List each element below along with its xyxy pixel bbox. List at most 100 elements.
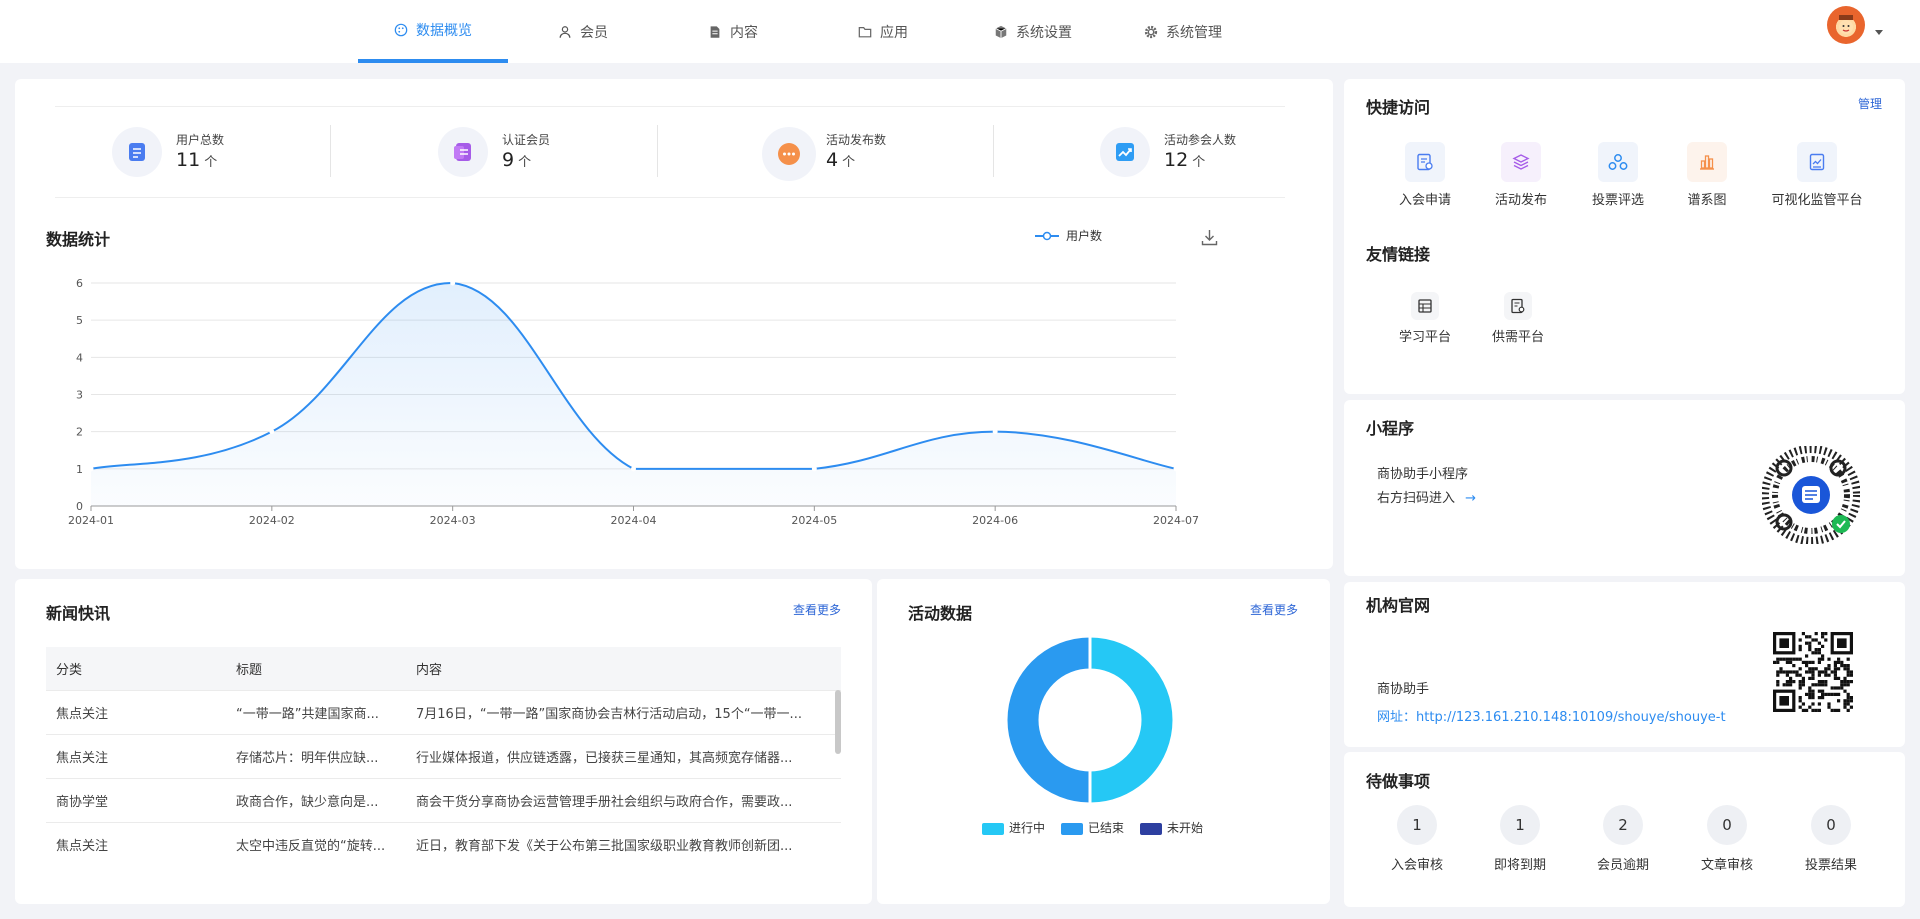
website-name: 商协助手 <box>1377 682 1430 697</box>
qr-module <box>1801 676 1805 680</box>
qr-module <box>1811 670 1815 674</box>
table-row[interactable]: 焦点关注 存储芯片：明年供应缺... 行业媒体报道，供应链透露，已接获三星通知，… <box>46 733 841 778</box>
qr-module <box>1821 670 1825 674</box>
todo-expiring-soon[interactable]: 1 即将到期 <box>1465 805 1575 873</box>
qr-module <box>1843 699 1847 703</box>
qr-module <box>1827 664 1831 668</box>
stat-value: 9个 <box>502 149 532 171</box>
qr-module <box>1821 680 1825 684</box>
legend-item-ended[interactable]: 已结束 <box>1061 819 1124 836</box>
website-url[interactable]: 网址：http://123.161.210.148:10109/shouye/s… <box>1377 706 1726 725</box>
qr-module <box>1789 676 1793 680</box>
quick-access-manage-link[interactable]: 管理 <box>1858 95 1882 112</box>
chevron-down-icon[interactable] <box>1875 30 1883 35</box>
todo-member-overdue[interactable]: 2 会员逾期 <box>1568 805 1678 873</box>
qr-module <box>1811 667 1815 671</box>
table-row[interactable]: 焦点关注 “一带一路”共建国家商... 7月16日，“一带一路”国家商协会吉林行… <box>46 689 841 734</box>
qr-module <box>1824 673 1828 677</box>
legend-line-icon <box>1035 231 1059 240</box>
quick-access-visual-supervision[interactable]: 可视化监管平台 <box>1757 142 1877 208</box>
qr-module <box>1798 667 1802 671</box>
qr-module <box>1843 689 1847 693</box>
qr-module <box>1833 660 1837 664</box>
qr-module <box>1846 692 1850 696</box>
qr-module <box>1808 641 1812 645</box>
qr-module <box>1833 667 1837 671</box>
table-row[interactable]: 商协学堂 政商合作，缺少意向是... 商会干货分享商协会运营管理手册社会组织与政… <box>46 777 841 822</box>
qr-module <box>1827 702 1831 706</box>
vote-icon <box>1598 142 1638 182</box>
qr-module <box>1808 644 1812 648</box>
qr-module <box>1785 657 1789 661</box>
qr-module <box>1801 680 1805 684</box>
todo-count: 0 <box>1811 805 1851 845</box>
tab-system-settings[interactable]: 系统设置 <box>958 0 1108 63</box>
y-tick-label: 0 <box>76 500 83 513</box>
qr-module <box>1840 683 1844 687</box>
tab-application[interactable]: 应用 <box>808 0 958 63</box>
data-point <box>1173 466 1179 472</box>
table-row[interactable]: 焦点关注 太空中违反直觉的“旋转... 近日，教育部下发《关于公布第三批国家级职… <box>46 821 841 866</box>
trend-chart-icon <box>1100 127 1150 177</box>
qr-module <box>1785 683 1789 687</box>
todo-article-review[interactable]: 0 文章审核 <box>1672 805 1782 873</box>
qr-module <box>1811 660 1815 664</box>
tab-system-management[interactable]: 系统管理 <box>1108 0 1258 63</box>
mini-program-hint-text: 右方扫码进入 <box>1377 491 1456 506</box>
qr-module <box>1821 689 1825 693</box>
cell-content: 商会干货分享商协会运营管理手册社会组织与政府合作，需要政... <box>406 777 841 822</box>
document-search-icon <box>1504 292 1532 320</box>
stat-label: 活动参会人数 <box>1164 133 1237 147</box>
tab-content[interactable]: 内容 <box>658 0 808 63</box>
activity-legend: 进行中 已结束 未开始 <box>982 819 1203 836</box>
qr-module <box>1805 641 1809 645</box>
legend-item-not-started[interactable]: 未开始 <box>1140 819 1203 836</box>
qr-module <box>1792 657 1796 661</box>
qr-module <box>1776 680 1780 684</box>
cell-category: 商协学堂 <box>46 777 226 822</box>
avatar[interactable] <box>1827 6 1865 44</box>
qr-module <box>1846 699 1850 703</box>
tab-member[interactable]: 会员 <box>508 0 658 63</box>
news-more-link[interactable]: 查看更多 <box>793 601 841 618</box>
qr-module <box>1843 702 1847 706</box>
user-list-icon <box>112 127 162 177</box>
todo-label: 文章审核 <box>1700 858 1753 873</box>
qr-module <box>1808 686 1812 690</box>
quick-access-genealogy[interactable]: 谱系图 <box>1647 142 1767 208</box>
qr-module <box>1808 696 1812 700</box>
donut-slice-0[interactable] <box>1088 634 1176 806</box>
activity-more-link[interactable]: 查看更多 <box>1250 601 1298 618</box>
donut-slice-1[interactable] <box>1004 634 1092 806</box>
legend-item-in-progress[interactable]: 进行中 <box>982 819 1045 836</box>
qr-module <box>1805 708 1809 712</box>
qr-module <box>1792 670 1796 674</box>
qr-module <box>1846 702 1850 706</box>
todo-membership-review[interactable]: 1 入会审核 <box>1362 805 1472 873</box>
news-table: 分类 标题 内容 焦点关注 “一带一路”共建国家商... 7月16日，“一带一路… <box>46 647 841 866</box>
tab-data-overview[interactable]: 数据概览 <box>358 0 508 63</box>
link-supply-demand-platform[interactable]: 供需平台 <box>1458 292 1578 345</box>
qr-module <box>1801 683 1805 687</box>
qr-module <box>1833 692 1837 696</box>
qr-module <box>1808 705 1812 709</box>
qr-module <box>1837 692 1841 696</box>
qr-module <box>1817 689 1821 693</box>
qr-module <box>1779 657 1783 661</box>
qr-module <box>1792 664 1796 668</box>
download-icon[interactable] <box>1201 229 1218 250</box>
qr-module <box>1849 673 1853 677</box>
qr-module <box>1808 635 1812 639</box>
stat-label: 认证会员 <box>502 133 551 147</box>
table-scrollbar[interactable] <box>835 690 841 754</box>
certificate-icon <box>438 127 488 177</box>
qr-module <box>1811 692 1815 696</box>
cell-title: 太空中违反直觉的“旋转... <box>226 821 406 866</box>
chart-legend[interactable]: 用户数 <box>1034 227 1102 244</box>
todo-vote-results[interactable]: 0 投票结果 <box>1776 805 1886 873</box>
qr-module <box>1817 702 1821 706</box>
qr-module <box>1837 699 1841 703</box>
mini-program-hint[interactable]: 右方扫码进入 → <box>1377 487 1476 506</box>
x-tick-label: 2024-01 <box>68 514 114 527</box>
qr-module <box>1824 692 1828 696</box>
